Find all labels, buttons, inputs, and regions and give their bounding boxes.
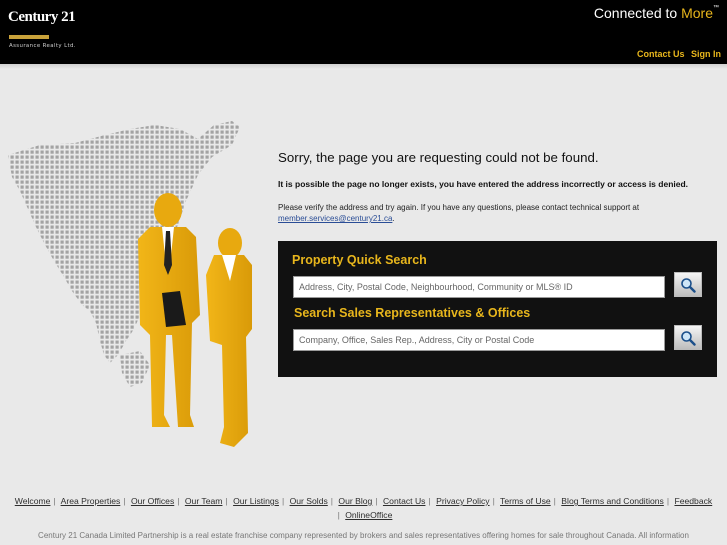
- footer-link-our-listings[interactable]: Our Listings: [233, 496, 279, 506]
- reps-search-button[interactable]: [674, 325, 702, 350]
- footer-separator: |: [375, 496, 378, 506]
- footer-link-our-team[interactable]: Our Team: [185, 496, 223, 506]
- footer-link-area-properties[interactable]: Area Properties: [61, 496, 121, 506]
- tagline-prefix: Connected to: [593, 5, 678, 21]
- footer-link-contact-us[interactable]: Contact Us: [383, 496, 426, 506]
- footer-nav: Welcome | Area Properties | Our Offices | O…: [10, 494, 717, 522]
- error-title: Sorry, the page you are requesting could…: [278, 150, 599, 165]
- footer-link-privacy-policy[interactable]: Privacy Policy: [436, 496, 489, 506]
- header-divider: [0, 64, 727, 69]
- trademark-mark: ™: [713, 5, 719, 11]
- contact-us-link[interactable]: Contact Us: [637, 49, 685, 59]
- logo-wordmark: Century 21: [8, 9, 76, 25]
- reps-search-heading: Search Sales Representatives & Offices: [294, 306, 531, 320]
- footer-separator: |: [428, 496, 431, 506]
- footer-link-terms-of-use[interactable]: Terms of Use: [500, 496, 551, 506]
- error-note-end: .: [392, 214, 395, 223]
- footer-separator: |: [337, 510, 340, 520]
- footer-separator: |: [53, 496, 56, 506]
- property-search-heading: Property Quick Search: [292, 253, 427, 267]
- error-note-text: Please verify the address and try again.…: [278, 203, 640, 212]
- map-dots: [8, 121, 240, 363]
- footer-separator: |: [553, 496, 556, 506]
- footer-link-our-blog[interactable]: Our Blog: [338, 496, 372, 506]
- century21-logo[interactable]: Century 21 Assurance Realty Ltd.: [8, 8, 78, 54]
- error-note: Please verify the address and try again.…: [278, 202, 708, 224]
- header-links: Contact Us Sign In: [633, 49, 721, 59]
- footer-link-feedback[interactable]: Feedback: [674, 496, 712, 506]
- support-email-link[interactable]: member.services@century21.ca: [278, 214, 392, 223]
- reps-search-input[interactable]: [293, 329, 665, 351]
- error-detail: It is possible the page no longer exists…: [278, 179, 689, 189]
- magnifier-icon: [681, 330, 696, 346]
- footer-separator: |: [123, 496, 126, 506]
- footer-link-our-offices[interactable]: Our Offices: [131, 496, 174, 506]
- footer-link-blog-terms[interactable]: Blog Terms and Conditions: [561, 496, 664, 506]
- property-search-button[interactable]: [674, 272, 702, 297]
- legal-notice: Century 21 Canada Limited Partnership is…: [38, 531, 689, 540]
- tagline-accent: More: [681, 5, 713, 21]
- business-people-map-illustration: [8, 121, 252, 447]
- tagline: Connected to More™: [594, 5, 719, 21]
- footer-link-onlineoffice[interactable]: OnlineOffice: [345, 510, 392, 520]
- logo-subtitle: Assurance Realty Ltd.: [9, 43, 76, 49]
- footer-separator: |: [177, 496, 180, 506]
- footer-separator: |: [666, 496, 670, 506]
- footer-link-our-solds[interactable]: Our Solds: [290, 496, 328, 506]
- logo-gold-bar: [9, 35, 49, 39]
- businesswoman-figure: [206, 228, 252, 447]
- site-header: Century 21 Assurance Realty Ltd. Connect…: [0, 0, 727, 64]
- footer-separator: |: [492, 496, 495, 506]
- search-panel: Property Quick Search Search Sales Repre…: [278, 241, 717, 377]
- footer-link-welcome[interactable]: Welcome: [15, 496, 51, 506]
- magnifier-icon: [681, 277, 696, 293]
- footer-separator: |: [330, 496, 334, 506]
- footer-separator: |: [281, 496, 285, 506]
- footer-separator: |: [225, 496, 228, 506]
- sign-in-link[interactable]: Sign In: [691, 49, 721, 59]
- property-search-input[interactable]: [293, 276, 665, 298]
